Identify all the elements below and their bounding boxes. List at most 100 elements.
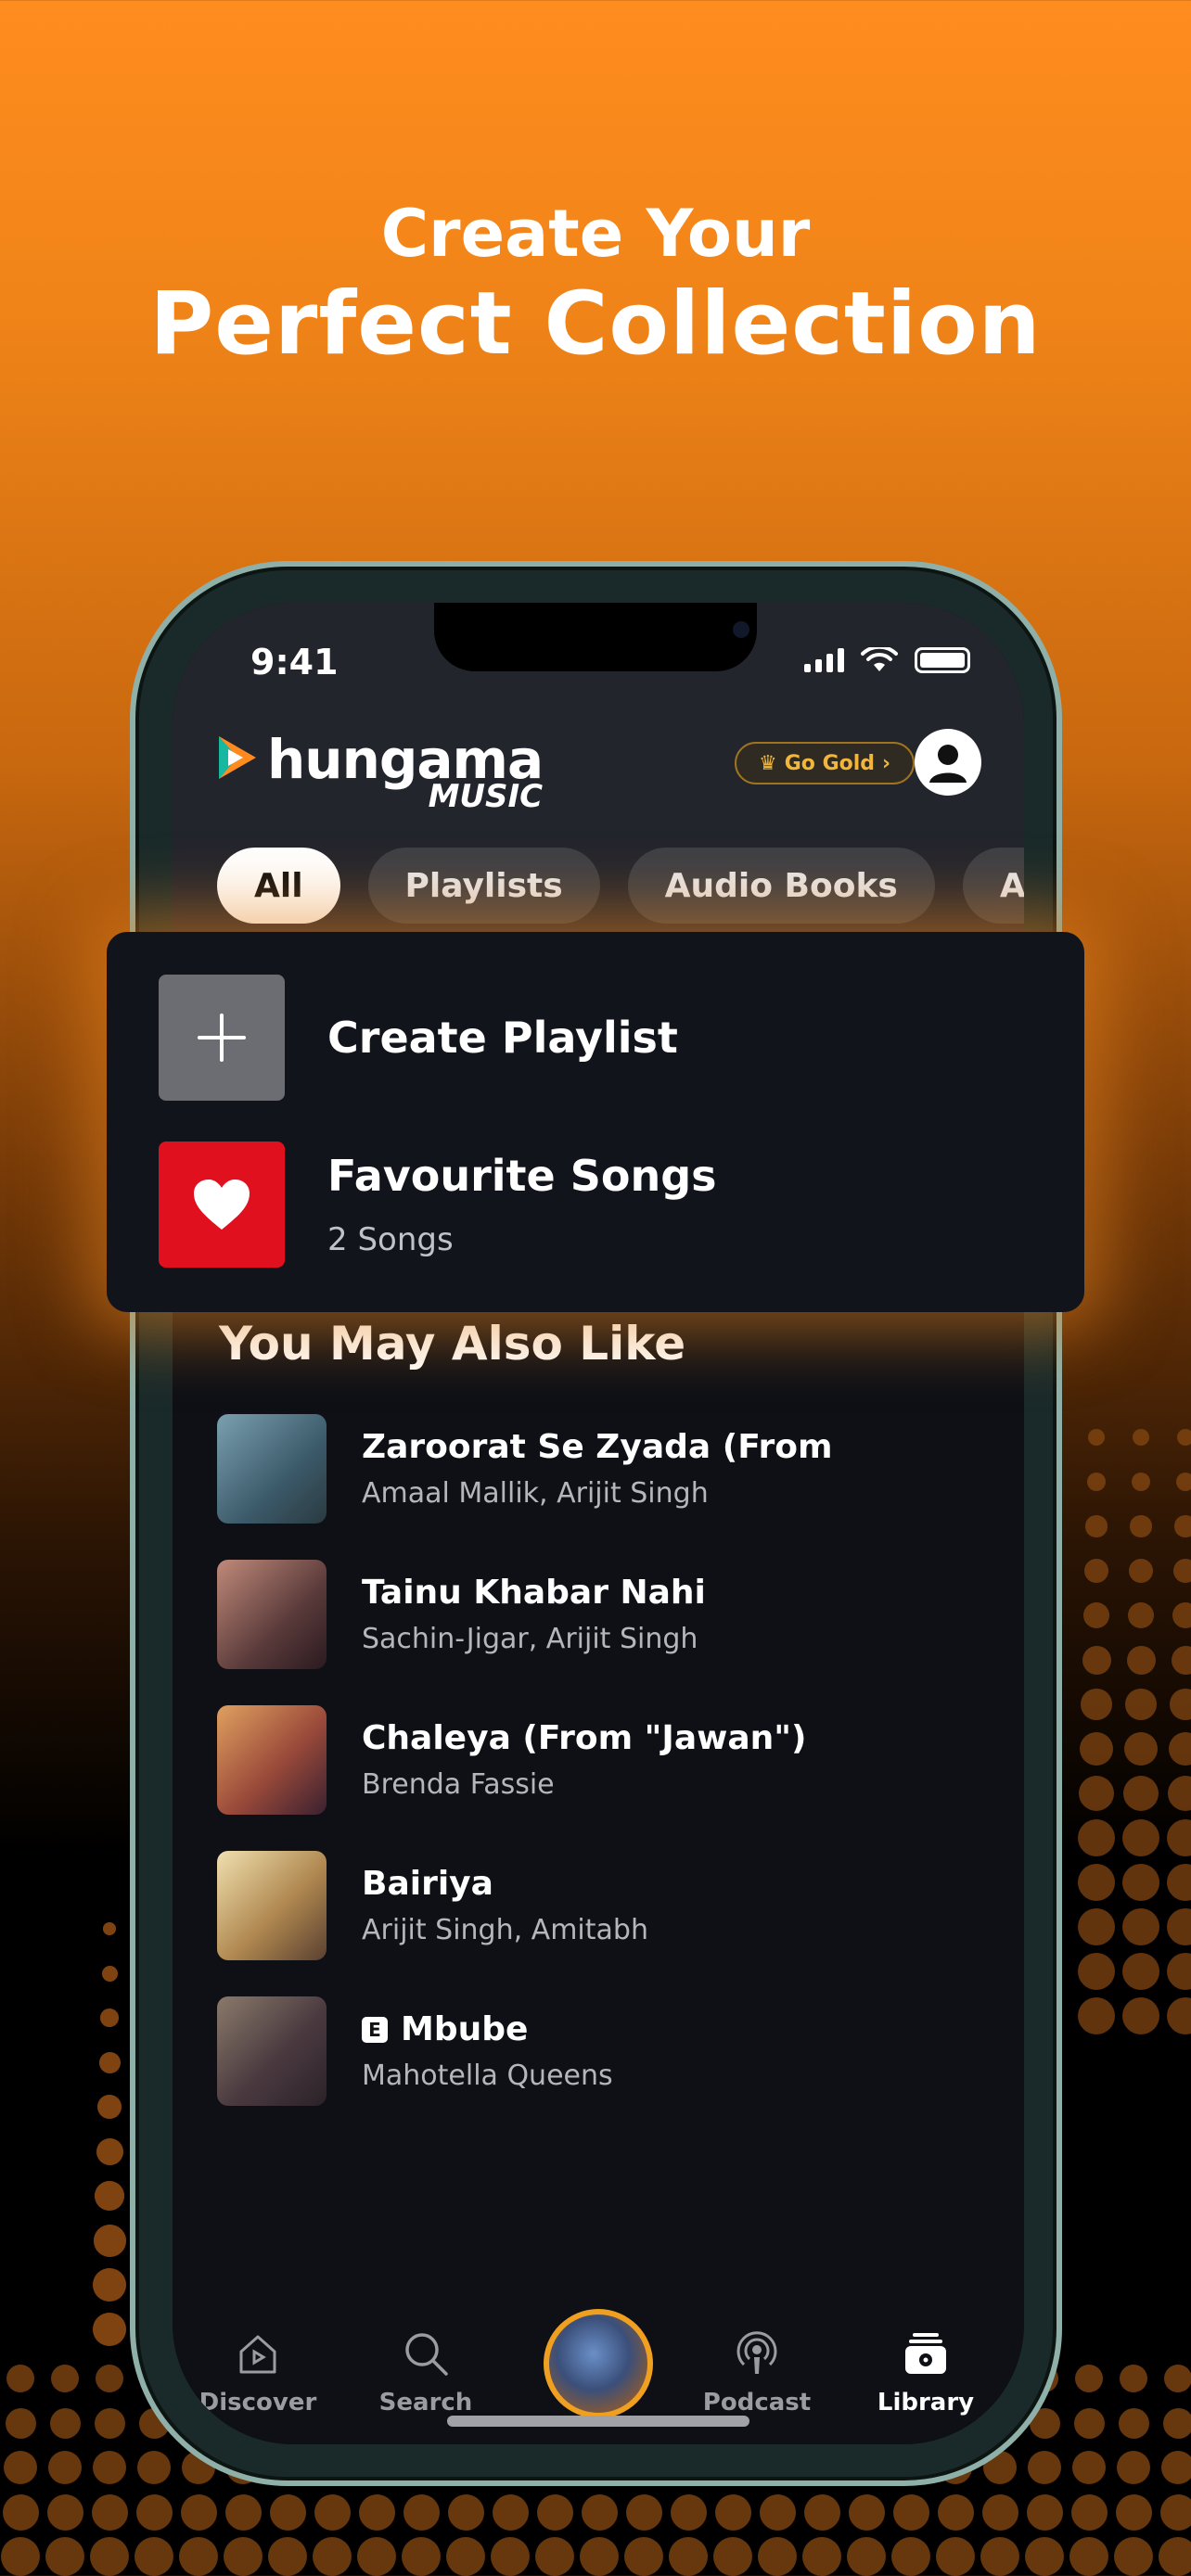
profile-avatar-button[interactable] [915,729,981,796]
decorative-dot [447,2493,484,2531]
decorative-dot [1171,1645,1191,1675]
decorative-dot [1167,1775,1191,1812]
nav-podcast[interactable]: Podcast [683,2327,831,2417]
decorative-dot [1078,1953,1115,1990]
decorative-dot [714,2493,751,2531]
decorative-dot [1131,1472,1151,1492]
decorative-dot [1123,1731,1159,1766]
decorative-dot [103,1922,116,1935]
create-playlist-row[interactable]: Create Playlist [159,975,678,1101]
decorative-dot [1025,2537,1064,2576]
decorative-dot [892,2493,929,2531]
now-playing-disc[interactable] [544,2309,653,2418]
decorative-dot [49,2407,81,2439]
decorative-dot [134,2537,173,2576]
song-artists: Amaal Mallik, Arijit Singh [362,1477,709,1510]
decorative-dot [103,1922,116,1935]
decorative-dot [847,2537,886,2576]
song-row[interactable]: Bairiya Arijit Singh, Amitabh [217,1851,978,1960]
decorative-dot [758,2537,797,2576]
crown-icon: ♛ [759,751,777,775]
decorative-dot [1118,2407,1149,2439]
decorative-dot [98,2051,121,2073]
decorative-dot [1078,1864,1115,1901]
decorative-dot [358,2493,395,2531]
user-icon [929,745,967,783]
decorative-dot [848,2493,885,2531]
favourite-songs-row[interactable]: Favourite Songs 2 Songs [159,1141,717,1268]
song-title: Zaroorat Se Zyada (From [362,1428,833,1466]
status-icons [804,647,970,673]
decorative-dot [1170,1689,1191,1720]
headline-line-2: Perfect Collection [149,274,1042,375]
decorative-dot [269,2493,306,2531]
tab-playlists[interactable]: Playlists [367,848,600,924]
decorative-dot [1159,2537,1191,2576]
decorative-dot [1082,1645,1111,1675]
decorative-dot [313,2537,352,2576]
decorative-dot [1069,2537,1108,2576]
decorative-dot [95,2181,124,2211]
decorative-dot [802,2537,841,2576]
go-gold-button[interactable]: ♛ Go Gold › [735,742,916,784]
status-time: 9:41 [250,642,339,682]
nav-podcast-label: Podcast [702,2389,812,2417]
decorative-dot [1172,1601,1191,1629]
decorative-dot [51,2365,79,2392]
decorative-dot [1072,2451,1106,2484]
decorative-dot [93,2268,126,2302]
decorative-dot [1122,1819,1159,1856]
tab-audio-books[interactable]: Audio Books [627,848,935,924]
song-row[interactable]: E Mbube Mahotella Queens [217,1996,978,2106]
decorative-dot [1129,1559,1153,1583]
decorative-dot [2,2493,39,2531]
song-row[interactable]: Zaroorat Se Zyada (From Amaal Mallik, Ar… [217,1414,978,1524]
decorative-dot [314,2493,351,2531]
song-row[interactable]: Chaleya (From "Jawan") Brenda Fassie [217,1705,978,1815]
decorative-dot [1078,1908,1115,1945]
decorative-dot [90,2537,129,2576]
tab-all[interactable]: All [217,848,340,924]
explicit-badge: E [362,2016,388,2043]
song-artwork [217,1560,327,1669]
play-logo-icon [219,736,256,779]
decorative-dot [402,2537,441,2576]
song-row[interactable]: Tainu Khabar Nahi Sachin-Jigar, Arijit S… [217,1560,978,1669]
decorative-dot [96,2137,123,2165]
decorative-dot [670,2493,707,2531]
song-title-row: E Mbube [362,2010,613,2048]
tab-audio[interactable]: Aud [962,848,1024,924]
decorative-dot [491,2537,530,2576]
decorative-dot [713,2537,752,2576]
decorative-dot [1085,1515,1108,1537]
chevron-right-icon: › [882,751,891,775]
decorative-dot [135,2493,173,2531]
decorative-dot [97,2095,122,2119]
decorative-dot [91,2493,128,2531]
nav-search[interactable]: Search [352,2327,500,2417]
library-quick-actions-card: Create Playlist Favourite Songs 2 Songs [107,932,1084,1312]
decorative-dot [536,2493,573,2531]
decorative-dot [446,2537,485,2576]
filter-tabs: All Playlists Audio Books Aud [217,848,1024,924]
song-artwork [217,1851,327,1960]
decorative-dot [45,2537,84,2576]
podcast-icon [736,2331,777,2374]
decorative-dot [48,2451,82,2484]
create-playlist-label: Create Playlist [327,1013,678,1063]
now-playing-artwork [549,2315,647,2413]
decorative-dot [96,2365,123,2392]
home-indicator [447,2416,749,2427]
decorative-dot [1177,1429,1191,1446]
decorative-dot [1078,1819,1115,1856]
decorative-dot [1168,1731,1191,1766]
nav-discover[interactable]: Discover [184,2327,332,2417]
decorative-dot [137,2451,171,2484]
nav-library[interactable]: Library [852,2327,1000,2417]
decorative-dot [1167,1953,1191,1990]
decorative-dot [93,2313,126,2346]
battery-icon [915,647,970,673]
decorative-dot [1167,1908,1191,1945]
decorative-dot [1070,2493,1108,2531]
decorative-dot [492,2493,529,2531]
